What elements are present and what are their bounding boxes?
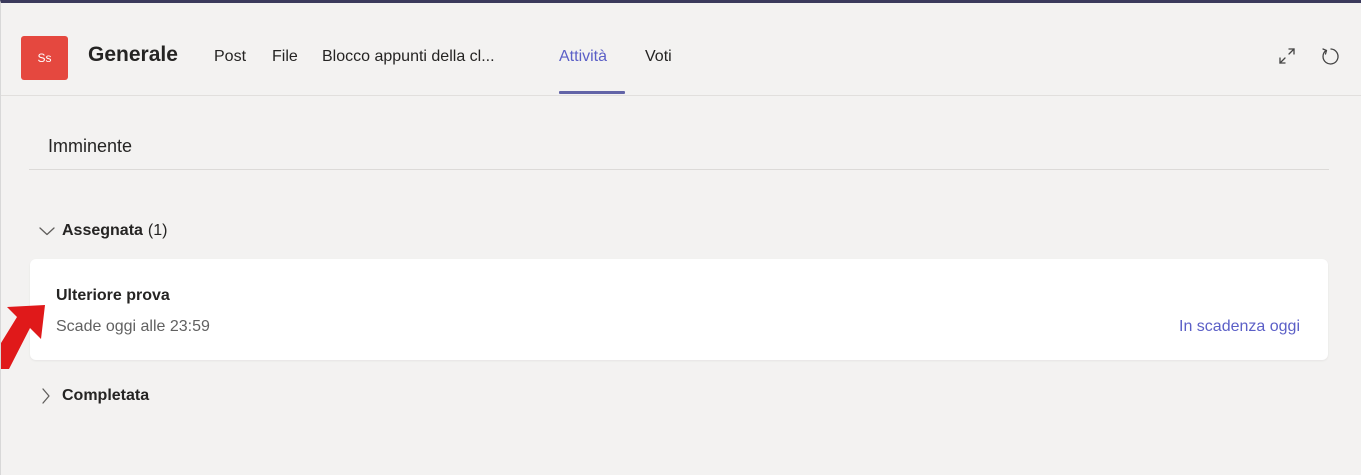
group-label: Completata [62,387,150,404]
tab-assignments[interactable]: Attività [559,48,607,66]
group-label: Assegnata [62,222,143,239]
active-tab-indicator [559,91,625,94]
channel-title: Generale [88,43,178,66]
group-completed-toggle[interactable]: Completata [38,385,149,407]
group-assigned-toggle[interactable]: Assegnata (1) [38,220,167,242]
assignment-due-date: Scade oggi alle 23:59 [56,318,210,335]
red-arrow-icon [1,305,45,369]
tab-file[interactable]: File [272,48,298,66]
teams-channel-view: Ss Generale Post File Blocco appunti del… [0,0,1361,475]
section-divider [29,169,1329,170]
assignment-card[interactable]: Ulteriore prova Scade oggi alle 23:59 In… [30,259,1328,360]
tab-grades[interactable]: Voti [645,48,672,66]
chevron-down-icon [38,220,62,242]
channel-header: Ss Generale Post File Blocco appunti del… [1,3,1361,96]
chevron-right-icon [38,385,62,407]
team-avatar[interactable]: Ss [21,36,68,80]
assignment-title: Ulteriore prova [56,287,170,304]
tab-post[interactable]: Post [214,48,246,66]
section-title-upcoming: Imminente [48,136,133,156]
assignment-status: In scadenza oggi [1179,318,1300,335]
expand-icon[interactable] [1274,43,1300,69]
refresh-icon[interactable] [1317,43,1343,69]
group-count: (1) [147,222,168,239]
tab-class-notebook[interactable]: Blocco appunti della cl... [322,48,495,66]
